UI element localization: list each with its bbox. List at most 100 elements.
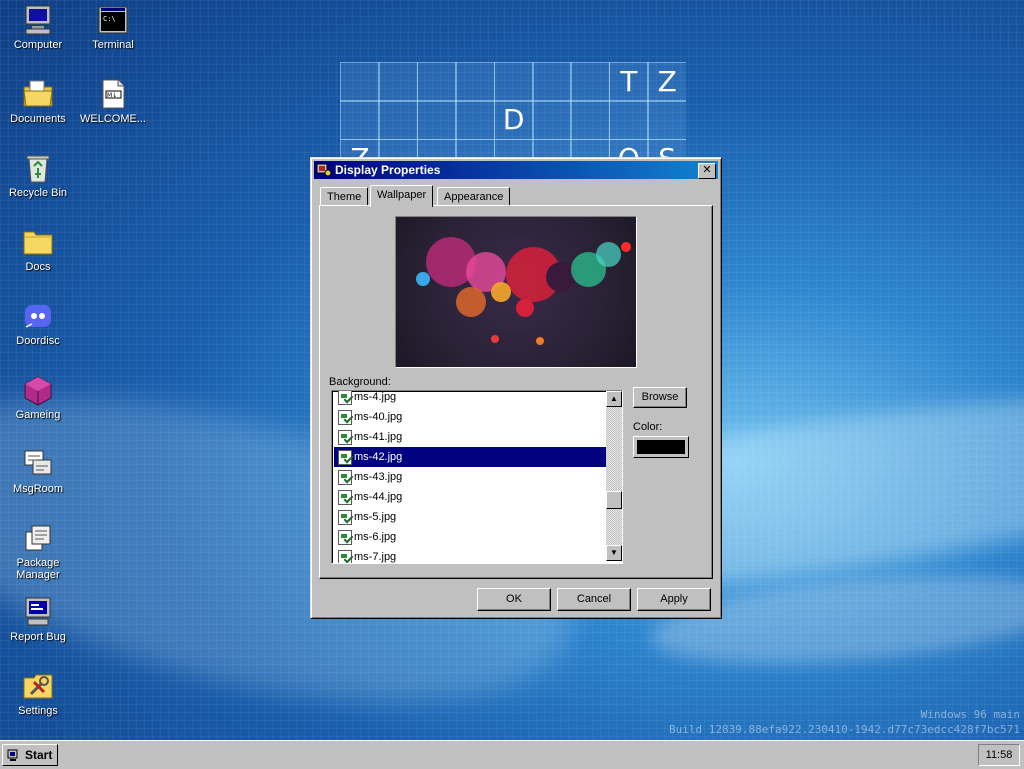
window-titlebar[interactable]: Display Properties ✕ xyxy=(314,161,718,179)
grid-cell xyxy=(455,62,496,102)
grid-cell xyxy=(570,100,611,141)
desktop-icon-label: Recycle Bin xyxy=(8,187,68,199)
desktop-icon-msgroom[interactable]: MsgRoom xyxy=(0,448,76,495)
terminal-icon: C:\ xyxy=(97,4,129,36)
grid-cell xyxy=(532,100,572,141)
grid-cell xyxy=(532,62,572,102)
list-item[interactable]: ms-4.jpg xyxy=(334,391,606,407)
desktop-icon-package-manager[interactable]: Package Manager xyxy=(0,522,76,581)
desktop-icon-label: Docs xyxy=(25,261,51,273)
list-item-label: ms-5.jpg xyxy=(354,511,397,523)
color-swatch xyxy=(637,440,685,454)
desktop-icon-settings[interactable]: Settings xyxy=(0,670,76,717)
desktop-icon-docs[interactable]: Docs xyxy=(0,226,76,273)
folder-icon xyxy=(22,226,54,258)
image-file-icon xyxy=(338,530,352,545)
grid-cell xyxy=(416,100,457,141)
desktop-icon-gameing[interactable]: Gameing xyxy=(0,374,76,421)
desktop-icon-doordisc[interactable]: Doordisc xyxy=(0,300,76,347)
cube-game-icon xyxy=(22,374,54,406)
window-title: Display Properties xyxy=(335,163,441,177)
image-file-icon xyxy=(338,510,352,525)
background-file-list[interactable]: ms-4.jpg ms-40.jpg ms-41.jpg ms-42.jpg ms-43… xyxy=(331,390,623,564)
image-file-icon xyxy=(338,430,352,445)
desktop-icon-welcome[interactable]: M↓ WELCOME... xyxy=(75,78,151,125)
wallpaper-tab-panel: Background: ms-4.jpg ms-40.jpg ms-41.jpg ms… xyxy=(319,205,713,579)
desktop-icon-documents[interactable]: Documents xyxy=(0,78,76,125)
recycle-bin-icon xyxy=(22,152,54,184)
settings-tools-icon xyxy=(22,670,54,702)
build-watermark-title: Windows 96 main xyxy=(920,708,1020,721)
display-properties-window[interactable]: Display Properties ✕ Theme Wallpaper App… xyxy=(310,157,722,619)
list-item[interactable]: ms-5.jpg xyxy=(334,507,606,527)
build-watermark-version: Build 12839.88efa922.230410-1942.d77c73e… xyxy=(669,723,1020,736)
desktop-icon-label: Report Bug xyxy=(10,631,66,643)
list-item-label: ms-6.jpg xyxy=(354,531,397,543)
package-icon xyxy=(22,522,54,554)
apply-button[interactable]: Apply xyxy=(637,588,711,611)
desktop-icon-label: Package Manager xyxy=(16,557,60,581)
list-item-label: ms-42.jpg xyxy=(354,451,403,463)
list-item[interactable]: ms-40.jpg xyxy=(334,407,606,427)
tab-wallpaper[interactable]: Wallpaper xyxy=(370,185,434,207)
tab-label: Appearance xyxy=(444,191,504,203)
desktop-icon-report-bug[interactable]: Report Bug xyxy=(0,596,76,643)
taskbar: Start 11:58 xyxy=(0,740,1024,769)
grid-cell xyxy=(416,62,457,102)
tab-label: Theme xyxy=(327,191,362,203)
desktop-icon-label: Documents xyxy=(10,113,66,125)
list-item[interactable]: ms-7.jpg xyxy=(334,547,606,563)
monitor-bug-icon xyxy=(22,596,54,628)
color-picker-button[interactable] xyxy=(633,436,689,458)
close-button[interactable]: ✕ xyxy=(698,163,716,179)
grid-cell: D xyxy=(493,100,534,141)
grid-cell xyxy=(378,100,419,141)
grid-cell xyxy=(608,100,649,141)
scroll-down-button[interactable]: ▼ xyxy=(606,545,622,561)
image-file-icon xyxy=(338,410,352,425)
image-file-icon xyxy=(338,490,352,505)
ok-button[interactable]: OK xyxy=(477,588,551,611)
tab-theme[interactable]: Theme xyxy=(320,187,369,206)
desktop-icon-label: WELCOME... xyxy=(79,113,146,125)
image-file-icon xyxy=(338,391,352,405)
image-file-icon xyxy=(338,470,352,485)
tab-appearance[interactable]: Appearance xyxy=(437,187,511,206)
grid-cell xyxy=(340,62,380,102)
cancel-button[interactable]: Cancel xyxy=(557,588,631,611)
image-file-icon xyxy=(338,550,352,563)
grid-cell xyxy=(570,62,611,102)
desktop-icon-label: Terminal xyxy=(92,39,134,51)
system-tray-clock[interactable]: 11:58 xyxy=(978,744,1020,766)
grid-cell xyxy=(378,62,419,102)
start-button[interactable]: Start xyxy=(2,744,58,766)
grid-cell xyxy=(647,100,686,141)
desktop-icon-label: Computer xyxy=(13,39,63,51)
desktop-icon-computer[interactable]: Computer xyxy=(0,4,76,51)
desktop-icon-terminal[interactable]: C:\ Terminal xyxy=(75,4,151,51)
list-item[interactable]: ms-42.jpg xyxy=(334,447,606,467)
list-item[interactable]: ms-41.jpg xyxy=(334,427,606,447)
list-item[interactable]: ms-6.jpg xyxy=(334,527,606,547)
list-item-label: ms-41.jpg xyxy=(354,431,403,443)
browse-button[interactable]: Browse xyxy=(633,387,687,408)
desktop-icon-recycle-bin[interactable]: Recycle Bin xyxy=(0,152,76,199)
tab-label: Wallpaper xyxy=(377,189,427,201)
list-item-label: ms-40.jpg xyxy=(354,411,403,423)
list-item[interactable]: ms-43.jpg xyxy=(334,467,606,487)
computer-icon xyxy=(22,4,54,36)
scroll-thumb[interactable] xyxy=(606,491,622,509)
desktop-icon-label: Settings xyxy=(18,705,58,717)
scroll-up-button[interactable]: ▲ xyxy=(606,391,622,407)
grid-cell xyxy=(340,100,380,141)
start-logo-icon xyxy=(7,748,21,762)
list-item[interactable]: ms-44.jpg xyxy=(334,487,606,507)
folder-documents-icon xyxy=(22,78,54,110)
grid-cell xyxy=(493,62,534,102)
list-scrollbar[interactable]: ▲ ▼ xyxy=(606,391,622,561)
svg-text:C:\: C:\ xyxy=(103,15,116,23)
list-item-label: ms-44.jpg xyxy=(354,491,403,503)
markdown-file-icon: M↓ xyxy=(97,78,129,110)
desktop-icon-label: MsgRoom xyxy=(12,483,64,495)
display-settings-icon xyxy=(316,162,332,178)
